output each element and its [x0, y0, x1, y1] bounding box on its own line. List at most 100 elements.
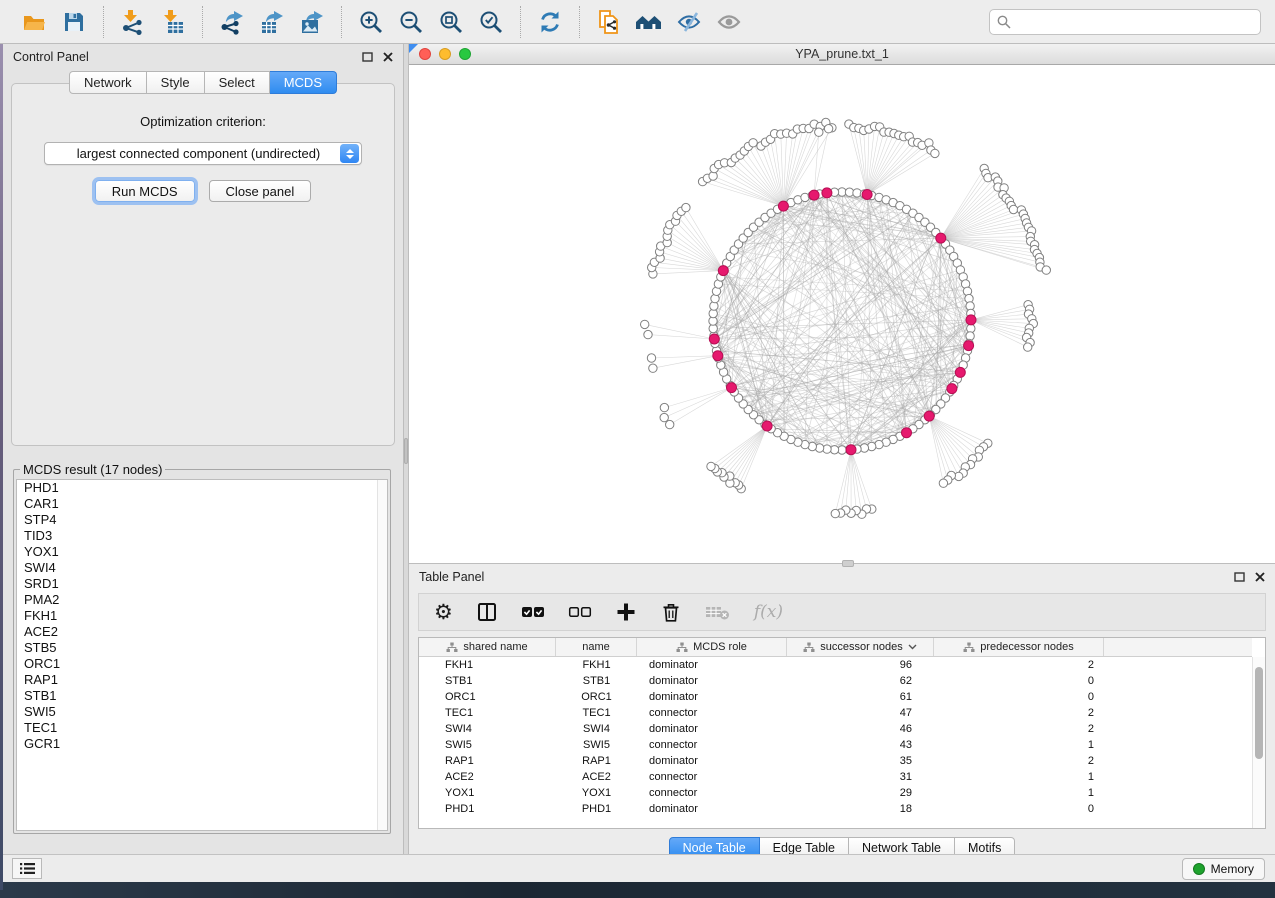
horizontal-splitter-handle[interactable] [842, 560, 854, 567]
table-row[interactable]: STB1STB1dominator620 [419, 673, 1252, 689]
table-row[interactable]: ACE2ACE2connector311 [419, 769, 1252, 785]
clone-network-button[interactable] [589, 5, 629, 39]
select-all-button[interactable] [521, 598, 545, 626]
table-row[interactable]: PHD1PHD1dominator180 [419, 801, 1252, 817]
cell-mcds-role: connector [637, 707, 787, 719]
deselect-all-button[interactable] [568, 598, 592, 626]
criterion-select[interactable]: largest connected component (undirected) [44, 142, 362, 165]
network-canvas[interactable] [409, 65, 1275, 563]
mcds-result-item[interactable]: ACE2 [17, 624, 387, 640]
refresh-layout-button[interactable] [530, 5, 570, 39]
table-row[interactable]: RAP1RAP1dominator352 [419, 753, 1252, 769]
table-panel: Table Panel ⚙ [409, 563, 1275, 854]
tab-network[interactable]: Network [69, 71, 147, 94]
attribute-tree-icon [676, 642, 688, 653]
search-field[interactable] [989, 9, 1261, 35]
show-columns-button[interactable] [476, 598, 498, 626]
export-network-icon [219, 9, 245, 35]
column-header-name[interactable]: name [556, 638, 637, 656]
column-header-mcds-role[interactable]: MCDS role [637, 638, 787, 656]
cell-predecessor-nodes: 1 [934, 771, 1104, 783]
memory-button[interactable]: Memory [1182, 858, 1265, 880]
task-history-button[interactable] [12, 858, 42, 879]
export-table-button[interactable] [252, 5, 292, 39]
mcds-result-item[interactable]: RAP1 [17, 672, 387, 688]
mcds-result-item[interactable]: STP4 [17, 512, 387, 528]
close-panel-button[interactable]: Close panel [209, 180, 312, 202]
mcds-result-item[interactable]: SWI5 [17, 704, 387, 720]
column-header-predecessor-nodes[interactable]: predecessor nodes [934, 638, 1104, 656]
close-icon[interactable] [1255, 572, 1265, 582]
zoom-fit-button[interactable] [431, 5, 471, 39]
add-column-button[interactable] [615, 598, 637, 626]
tab-mcds[interactable]: MCDS [270, 71, 337, 94]
table-scrollbar-thumb[interactable] [1255, 667, 1263, 759]
mcds-result-item[interactable]: FKH1 [17, 608, 387, 624]
zoom-selected-button[interactable] [471, 5, 511, 39]
mcds-result-list[interactable]: PHD1CAR1STP4TID3YOX1SWI4SRD1PMA2FKH1ACE2… [16, 479, 388, 831]
table-row[interactable]: ORC1ORC1dominator610 [419, 689, 1252, 705]
delete-column-button[interactable] [660, 598, 682, 626]
sort-desc-icon [908, 644, 917, 650]
export-image-button[interactable] [292, 5, 332, 39]
mcds-result-scrollbar[interactable] [377, 480, 387, 830]
node-table-body: FKH1FKH1dominator962STB1STB1dominator620… [419, 657, 1252, 817]
table-settings-button[interactable]: ⚙ [434, 598, 453, 626]
cell-mcds-role: dominator [637, 803, 787, 815]
open-button[interactable] [14, 5, 54, 39]
frame-corner-accent [409, 44, 418, 53]
optimization-criterion-label: Optimization criterion: [12, 114, 394, 129]
open-folder-icon [21, 9, 47, 35]
mcds-result-item[interactable]: SRD1 [17, 576, 387, 592]
mcds-result-item[interactable]: TID3 [17, 528, 387, 544]
table-row[interactable]: TEC1TEC1connector472 [419, 705, 1252, 721]
column-header-successor-nodes[interactable]: successor nodes [787, 638, 934, 656]
maximize-traffic-light[interactable] [459, 48, 471, 60]
vertical-splitter-handle[interactable] [404, 438, 408, 464]
column-header-shared-name[interactable]: shared name [419, 638, 556, 656]
export-network-button[interactable] [212, 5, 252, 39]
cell-mcds-role: dominator [637, 659, 787, 671]
save-button[interactable] [54, 5, 94, 39]
mcds-result-item[interactable]: CAR1 [17, 496, 387, 512]
tab-select[interactable]: Select [205, 71, 270, 94]
network-frame: YPA_prune.txt_1 [409, 44, 1275, 563]
close-icon[interactable] [383, 52, 393, 62]
mcds-result-item[interactable]: PMA2 [17, 592, 387, 608]
mcds-result-item[interactable]: STB5 [17, 640, 387, 656]
mcds-result-item[interactable]: STB1 [17, 688, 387, 704]
close-traffic-light[interactable] [419, 48, 431, 60]
cell-name: ACE2 [556, 771, 637, 783]
column-header-filler [1104, 638, 1252, 656]
zoom-in-button[interactable] [351, 5, 391, 39]
toolbar-separator [579, 6, 580, 38]
table-row[interactable]: SWI5SWI5connector431 [419, 737, 1252, 753]
show-all-button[interactable] [709, 5, 749, 39]
mcds-result-item[interactable]: ORC1 [17, 656, 387, 672]
network-frame-titlebar[interactable]: YPA_prune.txt_1 [409, 44, 1275, 65]
hide-selected-button[interactable] [669, 5, 709, 39]
table-row[interactable]: SWI4SWI4dominator462 [419, 721, 1252, 737]
table-row[interactable]: FKH1FKH1dominator962 [419, 657, 1252, 673]
cell-successor-nodes: 31 [787, 771, 934, 783]
network-graph[interactable] [409, 65, 1275, 563]
search-input[interactable] [1016, 15, 1253, 29]
minimize-traffic-light[interactable] [439, 48, 451, 60]
tab-style[interactable]: Style [147, 71, 205, 94]
import-table-button[interactable] [153, 5, 193, 39]
home-button[interactable] [629, 5, 669, 39]
float-icon[interactable] [1234, 572, 1245, 582]
memory-status-icon [1193, 863, 1205, 875]
cell-name: FKH1 [556, 659, 637, 671]
mcds-result-item[interactable]: YOX1 [17, 544, 387, 560]
mcds-result-item[interactable]: SWI4 [17, 560, 387, 576]
import-network-button[interactable] [113, 5, 153, 39]
mcds-result-item[interactable]: TEC1 [17, 720, 387, 736]
run-mcds-button[interactable]: Run MCDS [95, 180, 195, 202]
float-icon[interactable] [362, 52, 373, 62]
table-scrollbar[interactable] [1252, 657, 1265, 828]
mcds-result-item[interactable]: PHD1 [17, 480, 387, 496]
mcds-result-item[interactable]: GCR1 [17, 736, 387, 752]
table-row[interactable]: YOX1YOX1connector291 [419, 785, 1252, 801]
zoom-out-button[interactable] [391, 5, 431, 39]
